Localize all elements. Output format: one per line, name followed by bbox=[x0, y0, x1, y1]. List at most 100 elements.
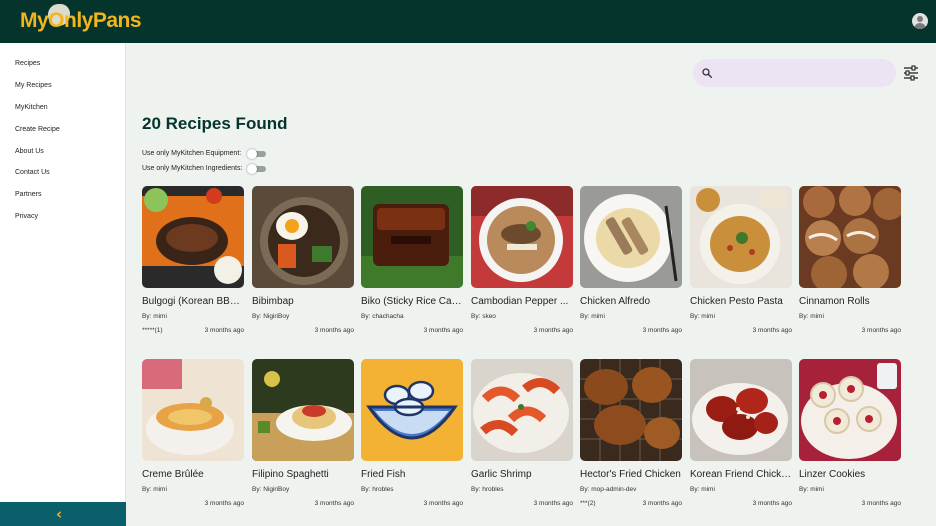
search-bar[interactable] bbox=[693, 59, 896, 87]
recipe-time: 3 months ago bbox=[423, 327, 463, 334]
sidebar-item-partners[interactable]: Partners bbox=[15, 191, 41, 198]
recipe-author: By: hrobles bbox=[361, 486, 394, 493]
recipe-card[interactable]: Korean Friend Chicken By: mimi 3 months … bbox=[690, 359, 792, 509]
account-circle-icon[interactable] bbox=[912, 13, 928, 29]
recipe-image[interactable] bbox=[252, 359, 354, 461]
ingredients-toggle[interactable] bbox=[247, 164, 267, 174]
recipe-image[interactable] bbox=[799, 359, 901, 461]
recipe-author: By: mimi bbox=[799, 313, 824, 320]
recipe-image[interactable] bbox=[361, 186, 463, 288]
recipe-rating: ***(2) bbox=[580, 500, 596, 507]
recipe-rating: *****(1) bbox=[142, 327, 163, 334]
recipe-image[interactable] bbox=[799, 186, 901, 288]
recipe-name[interactable]: Creme Brûlée bbox=[142, 469, 244, 480]
recipe-image[interactable] bbox=[580, 359, 682, 461]
search-input[interactable] bbox=[717, 63, 887, 83]
search-icon bbox=[702, 68, 712, 78]
toggle-row-ingredients: Use only MyKitchen Ingredients: bbox=[142, 165, 242, 172]
recipe-author: By: mop-admin-dev bbox=[580, 486, 637, 493]
page-title: 20 Recipes Found bbox=[142, 114, 288, 133]
recipe-name[interactable]: Bibimbap bbox=[252, 296, 354, 307]
recipe-author: By: skeo bbox=[471, 313, 496, 320]
recipe-card[interactable]: Cambodian Pepper ... By: skeo 3 months a… bbox=[471, 186, 573, 336]
recipe-author: By: mimi bbox=[690, 313, 715, 320]
recipe-name[interactable]: Bulgogi (Korean BBQ... bbox=[142, 296, 244, 307]
recipe-name[interactable]: Hector's Fried Chicken bbox=[580, 469, 682, 480]
recipe-time: 3 months ago bbox=[642, 500, 682, 507]
sidebar-item-recipes[interactable]: Recipes bbox=[15, 60, 40, 67]
app-logo[interactable]: MyOnlyPans bbox=[20, 9, 142, 33]
recipe-author: By: mimi bbox=[580, 313, 605, 320]
recipe-name[interactable]: Cambodian Pepper ... bbox=[471, 296, 573, 307]
sidebar-item-mykitchen[interactable]: MyKitchen bbox=[15, 104, 48, 111]
toggle-label: Use only MyKitchen Ingredients: bbox=[142, 165, 243, 172]
recipe-time: 3 months ago bbox=[861, 327, 901, 334]
recipe-name[interactable]: Biko (Sticky Rice Cake) bbox=[361, 296, 463, 307]
recipe-name[interactable]: Cinnamon Rolls bbox=[799, 296, 901, 307]
filter-sliders-icon[interactable] bbox=[903, 65, 919, 81]
recipe-time: 3 months ago bbox=[533, 500, 573, 507]
toggle-label: Use only MyKitchen Equipment: bbox=[142, 150, 242, 157]
recipe-image[interactable] bbox=[252, 186, 354, 288]
recipe-card[interactable]: Bibimbap By: NigiriBoy 3 months ago bbox=[252, 186, 354, 336]
recipe-author: By: mimi bbox=[142, 486, 167, 493]
sidebar-item-privacy[interactable]: Privacy bbox=[15, 213, 38, 220]
recipe-author: By: mimi bbox=[142, 313, 167, 320]
recipe-author: By: mimi bbox=[799, 486, 824, 493]
equipment-toggle[interactable] bbox=[247, 149, 267, 159]
recipe-name[interactable]: Linzer Cookies bbox=[799, 469, 901, 480]
recipe-card[interactable]: Chicken Pesto Pasta By: mimi 3 months ag… bbox=[690, 186, 792, 336]
recipe-time: 3 months ago bbox=[204, 500, 244, 507]
recipe-time: 3 months ago bbox=[533, 327, 573, 334]
recipe-name[interactable]: Fried Fish bbox=[361, 469, 463, 480]
recipe-image[interactable] bbox=[471, 359, 573, 461]
recipe-time: 3 months ago bbox=[752, 327, 792, 334]
recipe-image[interactable] bbox=[142, 359, 244, 461]
recipe-time: 3 months ago bbox=[314, 500, 354, 507]
sidebar-item-my-recipes[interactable]: My Recipes bbox=[15, 82, 52, 89]
recipe-time: 3 months ago bbox=[752, 500, 792, 507]
recipe-author: By: NigiriBoy bbox=[252, 313, 290, 320]
recipe-name[interactable]: Chicken Alfredo bbox=[580, 296, 682, 307]
recipe-name[interactable]: Chicken Pesto Pasta bbox=[690, 296, 792, 307]
toggle-row-equipment: Use only MyKitchen Equipment: bbox=[142, 150, 241, 157]
sidebar-collapse-button[interactable]: ‹ bbox=[0, 502, 126, 526]
toggle-knob bbox=[247, 164, 257, 174]
recipe-card[interactable]: Bulgogi (Korean BBQ... By: mimi *****(1)… bbox=[142, 186, 244, 336]
recipe-author: By: NigiriBoy bbox=[252, 486, 290, 493]
recipe-author: By: mimi bbox=[690, 486, 715, 493]
recipe-card[interactable]: Creme Brûlée By: mimi 3 months ago bbox=[142, 359, 244, 509]
recipe-time: 3 months ago bbox=[314, 327, 354, 334]
recipe-time: 3 months ago bbox=[642, 327, 682, 334]
recipe-name[interactable]: Korean Friend Chicken bbox=[690, 469, 792, 480]
sidebar-item-about-us[interactable]: About Us bbox=[15, 148, 44, 155]
chevron-left-icon: ‹ bbox=[56, 505, 63, 523]
toggle-knob bbox=[247, 149, 257, 159]
recipe-card[interactable]: Garlic Shrimp By: hrobles 3 months ago bbox=[471, 359, 573, 509]
recipe-image[interactable] bbox=[471, 186, 573, 288]
top-bar: MyOnlyPans bbox=[0, 0, 936, 43]
recipe-card[interactable]: Chicken Alfredo By: mimi 3 months ago bbox=[580, 186, 682, 336]
recipe-card[interactable]: Fried Fish By: hrobles 3 months ago bbox=[361, 359, 463, 509]
recipe-card[interactable]: Biko (Sticky Rice Cake) By: chachacha 3 … bbox=[361, 186, 463, 336]
avatar-body bbox=[914, 23, 926, 29]
recipe-time: 3 months ago bbox=[423, 500, 463, 507]
recipe-image[interactable] bbox=[690, 359, 792, 461]
avatar-head bbox=[917, 16, 923, 22]
recipe-name[interactable]: Garlic Shrimp bbox=[471, 469, 573, 480]
recipe-name[interactable]: Filipino Spaghetti bbox=[252, 469, 354, 480]
recipe-image[interactable] bbox=[580, 186, 682, 288]
sidebar-item-create-recipe[interactable]: Create Recipe bbox=[15, 126, 60, 133]
recipe-author: By: hrobles bbox=[471, 486, 504, 493]
recipe-card[interactable]: Cinnamon Rolls By: mimi 3 months ago bbox=[799, 186, 901, 336]
recipe-card[interactable]: Linzer Cookies By: mimi 3 months ago bbox=[799, 359, 901, 509]
recipe-image[interactable] bbox=[690, 186, 792, 288]
sidebar-item-contact-us[interactable]: Contact Us bbox=[15, 169, 50, 176]
sidebar: Recipes My Recipes MyKitchen Create Reci… bbox=[0, 43, 126, 526]
recipe-time: 3 months ago bbox=[204, 327, 244, 334]
recipe-image[interactable] bbox=[142, 186, 244, 288]
recipe-card[interactable]: Filipino Spaghetti By: NigiriBoy 3 month… bbox=[252, 359, 354, 509]
recipe-time: 3 months ago bbox=[861, 500, 901, 507]
recipe-image[interactable] bbox=[361, 359, 463, 461]
recipe-card[interactable]: Hector's Fried Chicken By: mop-admin-dev… bbox=[580, 359, 682, 509]
